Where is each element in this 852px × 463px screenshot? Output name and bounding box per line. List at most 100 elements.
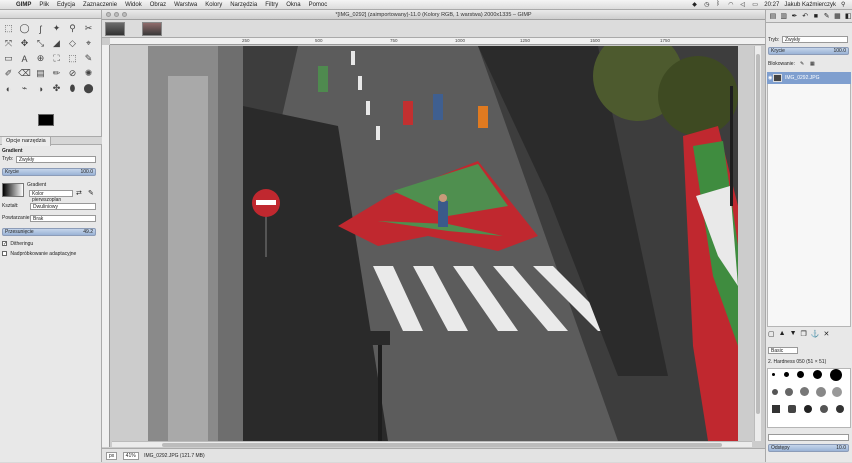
opacity-slider[interactable]: Krycie 100.0 xyxy=(2,168,96,176)
tool-icon[interactable]: ✎ xyxy=(82,52,95,65)
image-tab-1[interactable] xyxy=(105,22,125,36)
edit-gradient-icon[interactable]: ✎ xyxy=(88,189,94,197)
menu-warstwa[interactable]: Warstwa xyxy=(170,0,201,10)
brush-item[interactable] xyxy=(804,405,812,413)
tool-icon[interactable]: ⛶ xyxy=(50,52,63,65)
dithering-checkbox[interactable]: ✓ xyxy=(2,241,7,247)
tool-icon[interactable]: ⤧ xyxy=(2,37,15,50)
tool-icon[interactable]: ✺ xyxy=(82,67,95,80)
color-swatches[interactable] xyxy=(38,114,68,136)
image-canvas[interactable] xyxy=(148,46,738,441)
menu-obraz[interactable]: Obraz xyxy=(146,0,170,10)
menu-pomoc[interactable]: Pomoc xyxy=(305,0,332,10)
paths-tab-icon[interactable]: ✒ xyxy=(791,12,799,20)
brush-item[interactable] xyxy=(836,405,844,413)
tool-icon[interactable]: ⌖ xyxy=(82,37,95,50)
anchor-layer-icon[interactable]: ⚓ xyxy=(811,330,820,340)
brush-mode-select[interactable]: Basic xyxy=(768,347,798,354)
tool-icon[interactable]: ⚲ xyxy=(66,22,79,35)
menu-widok[interactable]: Widok xyxy=(121,0,146,10)
user-name[interactable]: Jakub Kaźmierczyk xyxy=(784,2,836,8)
menu-edycja[interactable]: Edycja xyxy=(53,0,79,10)
horizontal-scrollbar[interactable] xyxy=(112,441,752,447)
channels-tab-icon[interactable]: ▥ xyxy=(780,12,788,20)
tool-icon[interactable]: ʃ xyxy=(34,22,47,35)
tool-icon[interactable]: ✥ xyxy=(18,37,31,50)
tool-icon[interactable]: ⬮ xyxy=(66,82,79,95)
menu-okna[interactable]: Okna xyxy=(282,0,304,10)
tool-icon[interactable]: ⌁ xyxy=(18,82,31,95)
adaptive-checkbox[interactable] xyxy=(2,251,7,257)
dropbox-icon[interactable]: ◆ xyxy=(692,1,699,8)
brush-tag-field[interactable] xyxy=(768,434,849,441)
gradient-select[interactable]: Kolor pierwszoplan xyxy=(29,190,73,203)
brush-item[interactable] xyxy=(772,373,775,376)
tool-icon[interactable]: ⬚ xyxy=(66,52,79,65)
shape-select[interactable]: Dwuliniowy xyxy=(30,203,96,210)
brush-item[interactable] xyxy=(820,405,828,413)
brush-item[interactable] xyxy=(784,372,789,377)
menu-plik[interactable]: Plik xyxy=(35,0,53,10)
tool-icon[interactable]: ⌫ xyxy=(18,67,31,80)
close-window-icon[interactable] xyxy=(106,12,111,17)
brush-item[interactable] xyxy=(788,405,796,413)
gradients-tab-icon[interactable]: ◧ xyxy=(844,12,852,20)
tool-icon[interactable]: ⊕ xyxy=(34,52,47,65)
brush-item[interactable] xyxy=(816,387,826,397)
brush-item[interactable] xyxy=(832,387,842,397)
tool-icon[interactable]: ✤ xyxy=(50,82,63,95)
tool-icon[interactable]: A xyxy=(18,52,31,65)
layers-tab-icon[interactable]: ▤ xyxy=(769,12,777,20)
menu-narzedzia[interactable]: Narzędzia xyxy=(226,0,261,10)
layer-item[interactable]: ◉ IMG_0292.JPG xyxy=(767,72,851,84)
delete-layer-icon[interactable]: ✕ xyxy=(824,330,830,340)
undo-tab-icon[interactable]: ↶ xyxy=(801,12,809,20)
duplicate-layer-icon[interactable]: ❐ xyxy=(801,330,807,340)
tool-icon[interactable]: ✦ xyxy=(50,22,63,35)
menu-zaznaczenie[interactable]: Zaznaczenie xyxy=(79,0,121,10)
layer-mode-select[interactable]: Zwykły xyxy=(782,36,848,43)
tool-icon[interactable]: ▭ xyxy=(2,52,15,65)
clock[interactable]: 20:27 xyxy=(764,2,779,8)
menu-kolory[interactable]: Kolory xyxy=(201,0,226,10)
tool-icon[interactable]: ✏ xyxy=(50,67,63,80)
lower-layer-icon[interactable]: ▼ xyxy=(790,330,797,340)
tool-icon[interactable]: ◯ xyxy=(18,22,31,35)
wifi-icon[interactable]: ◠ xyxy=(728,1,735,8)
tool-icon[interactable]: ✐ xyxy=(2,67,15,80)
brush-item[interactable] xyxy=(772,405,780,413)
vertical-scroll-thumb[interactable] xyxy=(756,54,760,414)
brushes-tab-icon[interactable]: ✎ xyxy=(823,12,831,20)
tool-icon[interactable]: ◢ xyxy=(50,37,63,50)
repeat-select[interactable]: Brak xyxy=(30,215,96,222)
brush-item[interactable] xyxy=(797,371,804,378)
tool-icon[interactable]: ⬚ xyxy=(2,22,15,35)
offset-slider[interactable]: Przesunięcie 49.2 xyxy=(2,228,96,236)
zoom-select[interactable]: 41% xyxy=(122,451,139,460)
brush-item[interactable] xyxy=(830,369,842,381)
timemachine-icon[interactable]: ◷ xyxy=(704,1,711,8)
tool-icon[interactable]: ▤ xyxy=(34,67,47,80)
tool-icon[interactable]: ⤡ xyxy=(34,37,47,50)
horizontal-ruler[interactable]: 250 500 750 1000 1250 1500 1750 xyxy=(110,38,765,45)
brush-item[interactable] xyxy=(785,388,793,396)
raise-layer-icon[interactable]: ▲ xyxy=(779,330,786,340)
menu-filtry[interactable]: Filtry xyxy=(261,0,282,10)
tool-icon[interactable]: ◐ xyxy=(2,82,15,95)
brush-item[interactable] xyxy=(772,389,778,395)
foreground-color[interactable] xyxy=(38,114,54,126)
tool-icon[interactable]: ⊘ xyxy=(66,67,79,80)
zoom-window-icon[interactable] xyxy=(122,12,127,17)
tool-icon[interactable]: ⬤ xyxy=(82,82,95,95)
battery-icon[interactable]: ▭ xyxy=(752,1,759,8)
horizontal-scroll-thumb[interactable] xyxy=(162,443,722,447)
volume-icon[interactable]: ◁ xyxy=(740,1,747,8)
tool-icon[interactable]: ✂ xyxy=(82,22,95,35)
reverse-icon[interactable]: ⇄ xyxy=(76,189,82,197)
lock-alpha-icon[interactable]: ▦ xyxy=(810,60,815,68)
tab-tool-options[interactable]: Opcje narzędzia xyxy=(2,137,51,146)
new-layer-icon[interactable]: ▢ xyxy=(768,330,775,340)
minimize-window-icon[interactable] xyxy=(114,12,119,17)
brush-item[interactable] xyxy=(813,370,822,379)
spotlight-icon[interactable]: ⚲ xyxy=(841,1,848,8)
